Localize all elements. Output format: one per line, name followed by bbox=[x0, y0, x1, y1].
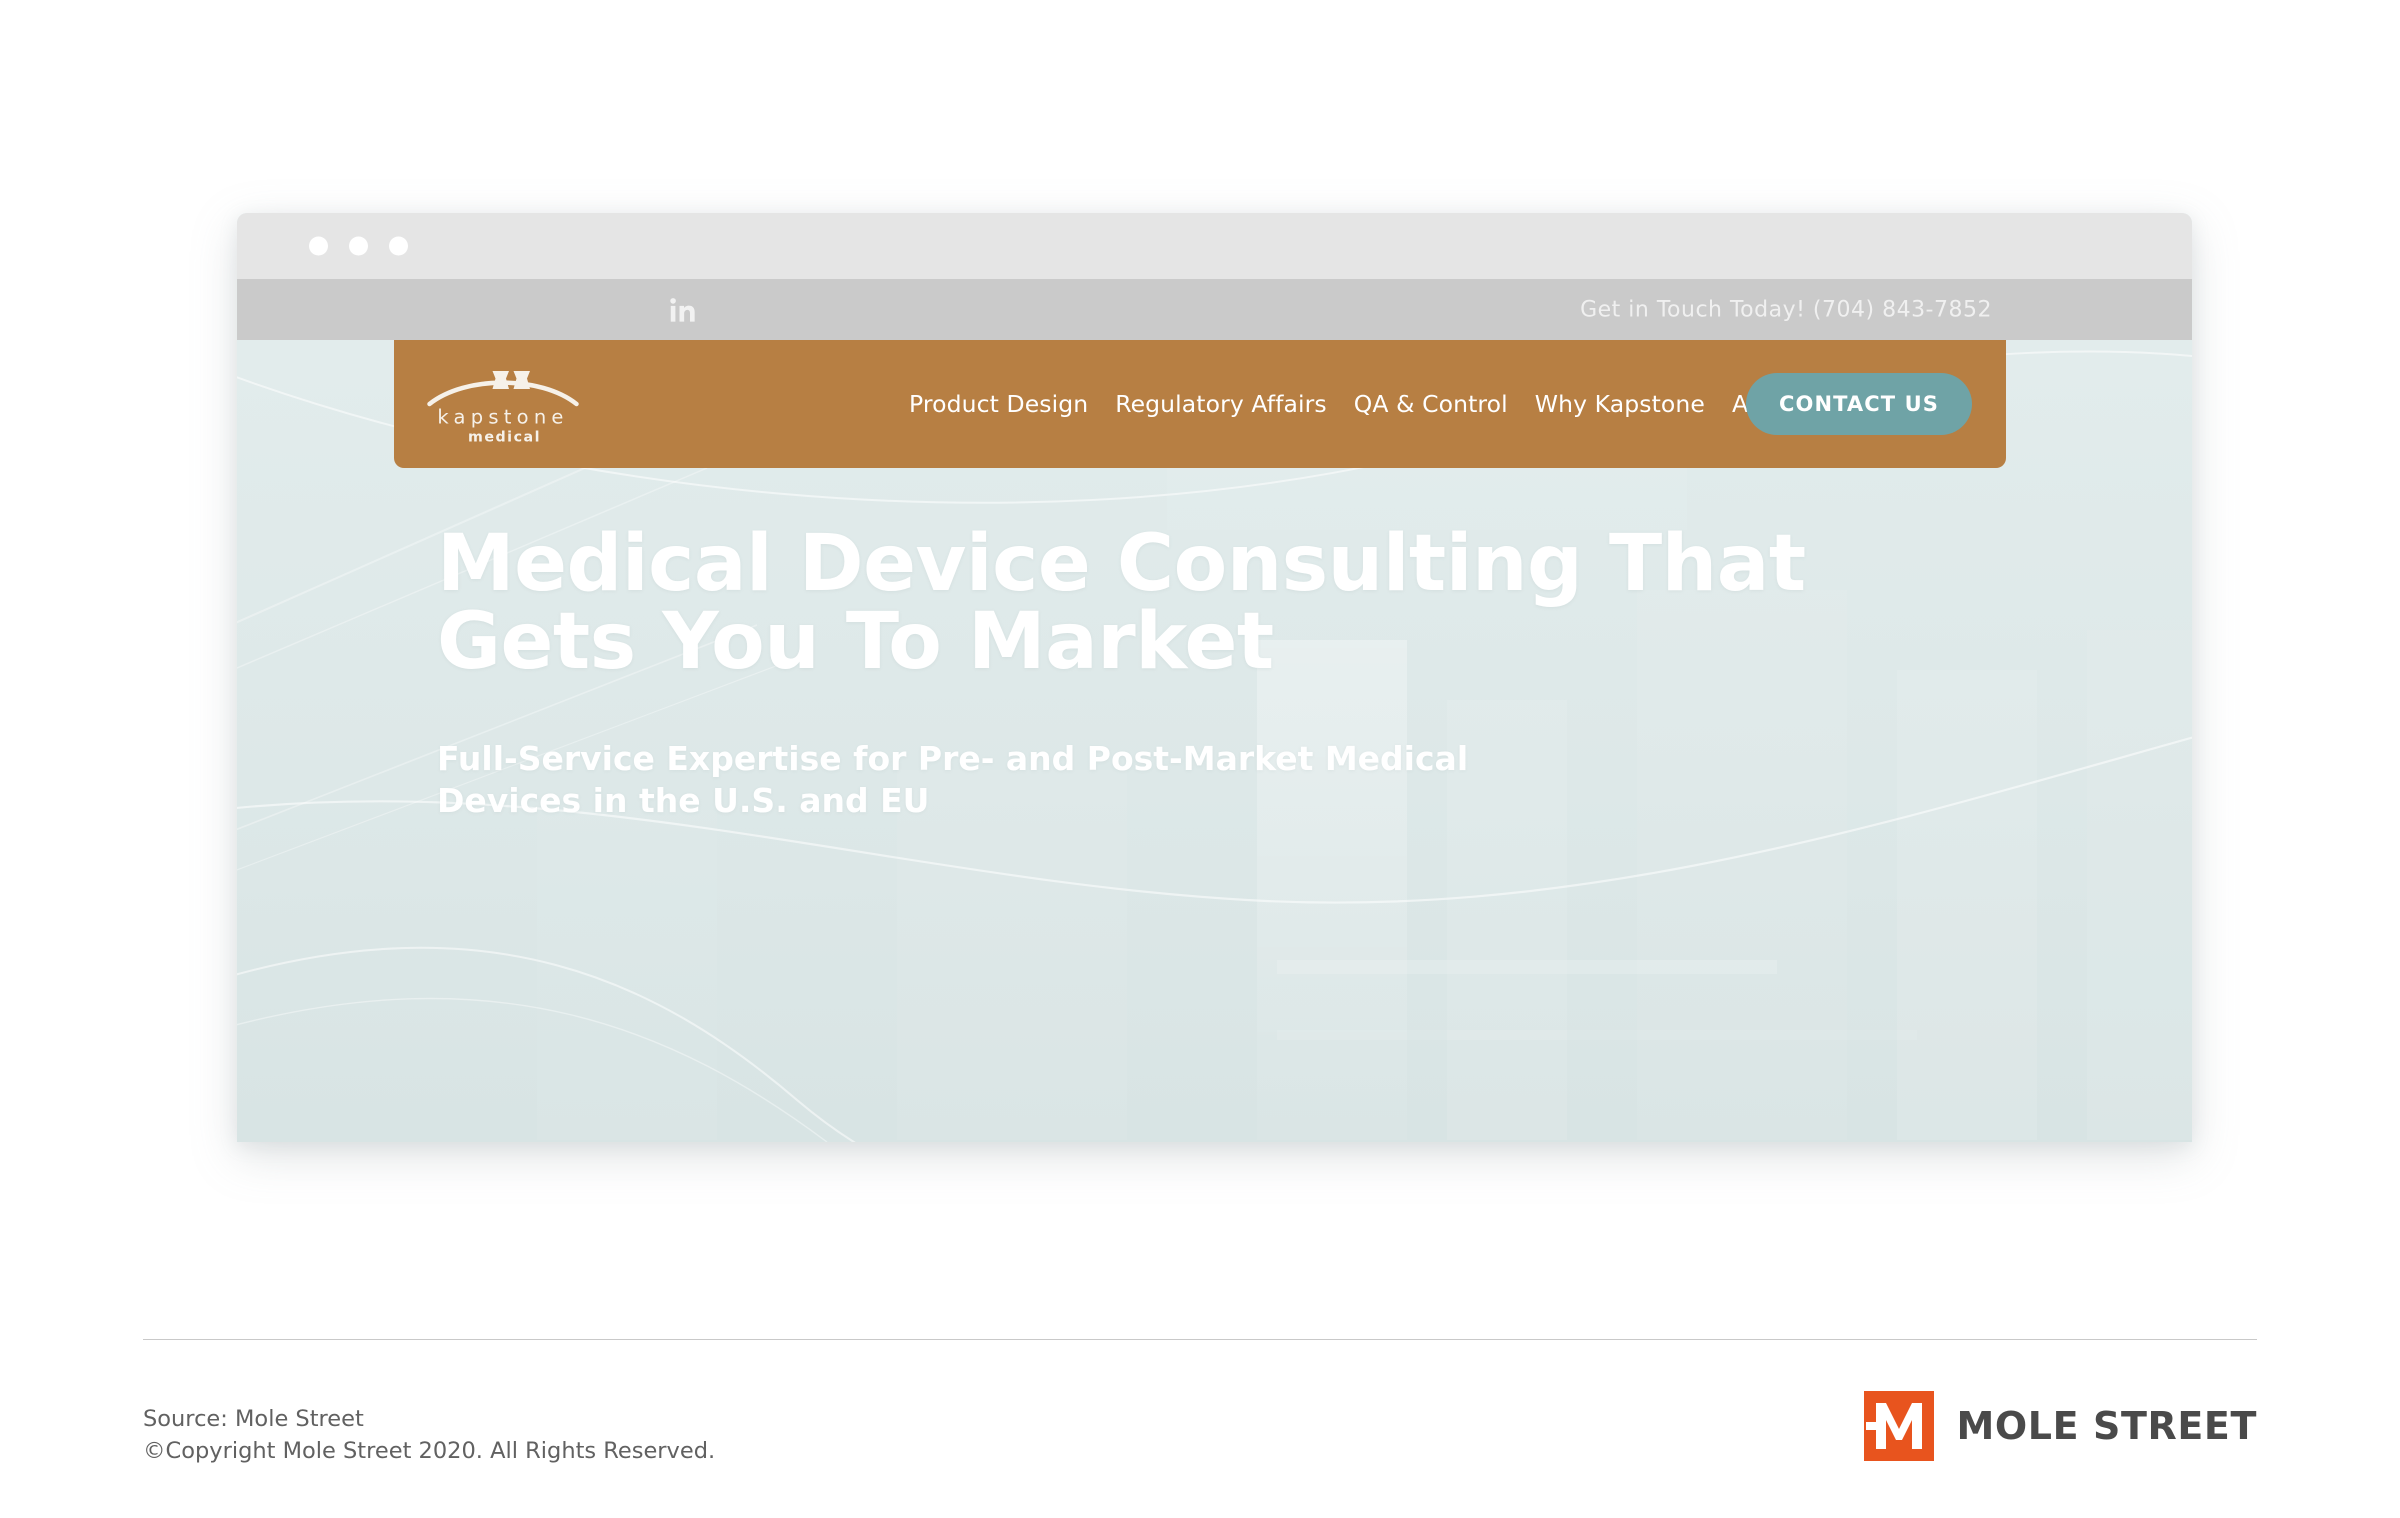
site-utility-bar: Get in Touch Today! (704) 843-7852 bbox=[237, 279, 2192, 340]
hero-copy-block: Medical Device Consulting That Gets You … bbox=[437, 525, 1997, 822]
window-dot-close-icon[interactable] bbox=[309, 236, 328, 256]
svg-text:kapstone: kapstone bbox=[437, 406, 568, 429]
svg-text:medical: medical bbox=[468, 430, 541, 446]
contact-us-button[interactable]: CONTACT US bbox=[1745, 373, 1972, 435]
footer-copyright-line: ©Copyright Mole Street 2020. All Rights … bbox=[143, 1437, 716, 1464]
slide-canvas: Get in Touch Today! (704) 843-7852 kapst… bbox=[0, 0, 2400, 1518]
hero-section: kapstone medical Product Design Regulato… bbox=[237, 340, 2192, 1142]
browser-chrome-bar bbox=[237, 213, 2192, 279]
hero-subheadline: Full-Service Expertise for Pre- and Post… bbox=[437, 739, 1469, 821]
footer-divider bbox=[143, 1339, 2257, 1340]
browser-window-mockup: Get in Touch Today! (704) 843-7852 kapst… bbox=[237, 213, 2192, 1142]
mole-street-logo: MOLE STREET bbox=[1864, 1391, 2257, 1461]
primary-navigation: Product Design Regulatory Affairs QA & C… bbox=[909, 390, 1881, 418]
nav-item-product-design[interactable]: Product Design bbox=[909, 390, 1088, 418]
window-dot-minimize-icon[interactable] bbox=[349, 236, 368, 256]
window-control-dots bbox=[309, 236, 408, 256]
mole-street-wordmark: MOLE STREET bbox=[1956, 1404, 2257, 1448]
utility-phone-text[interactable]: Get in Touch Today! (704) 843-7852 bbox=[1580, 297, 1992, 322]
kapstone-logo[interactable]: kapstone medical bbox=[420, 359, 586, 449]
site-navbar: kapstone medical Product Design Regulato… bbox=[394, 340, 2006, 468]
footer-source-line: Source: Mole Street bbox=[143, 1406, 364, 1432]
nav-item-regulatory-affairs[interactable]: Regulatory Affairs bbox=[1115, 390, 1327, 418]
nav-item-qa-and-control[interactable]: QA & Control bbox=[1354, 390, 1508, 418]
linkedin-icon[interactable] bbox=[669, 296, 697, 324]
window-dot-maximize-icon[interactable] bbox=[389, 236, 408, 256]
nav-item-why-kapstone[interactable]: Why Kapstone bbox=[1535, 390, 1705, 418]
mole-street-mark-icon bbox=[1864, 1391, 1935, 1461]
footer-attribution: Source: Mole Street ©Copyright Mole Stre… bbox=[143, 1404, 715, 1468]
hero-headline: Medical Device Consulting That Gets You … bbox=[437, 519, 1806, 687]
